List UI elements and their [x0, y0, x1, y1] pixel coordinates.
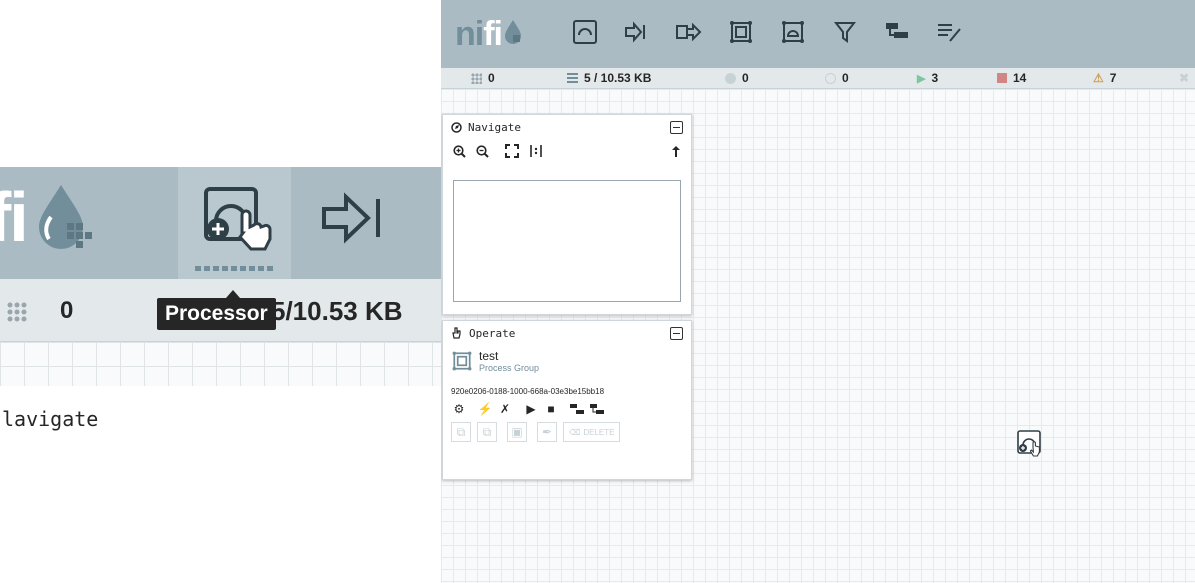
template-button[interactable]: [871, 16, 923, 48]
operate-title: Operate: [469, 326, 516, 340]
remote-process-group-button[interactable]: [767, 16, 819, 48]
stat-stopped: 14: [997, 71, 1026, 85]
logo-text-fi: fi: [483, 15, 503, 53]
status-bar: 0 5 / 10.53 KB 0 0 ▶ 3 14 ⚠ 7 ✖: [441, 68, 1195, 89]
nifi-logo: nifi: [455, 14, 522, 54]
stat-transmitting: 0: [725, 71, 749, 85]
zoom-stat-queued: 5/10.53 KB: [271, 296, 403, 326]
enable-icon[interactable]: ⚡: [477, 401, 493, 417]
zoom-navigate-label: lavigate: [2, 407, 99, 431]
not-transmitting-icon: [825, 72, 836, 84]
running-icon: ▶: [917, 72, 926, 85]
compass-icon: [451, 121, 462, 133]
start-icon[interactable]: ▶: [523, 401, 539, 417]
transmitting-icon: [725, 72, 736, 84]
process-group-icon: [450, 349, 474, 378]
label-button[interactable]: [923, 16, 975, 48]
output-port-button[interactable]: [663, 16, 715, 48]
fit-screen-icon[interactable]: [505, 144, 519, 158]
selected-component: test Process Group: [443, 347, 691, 383]
operate-actions-row-2: ⧉ ⧉ ▣ ✒ ⌫ DELETE: [443, 417, 691, 442]
input-port-icon: [322, 192, 380, 244]
output-port-icon: [676, 22, 702, 42]
tooltip-arrow: [226, 290, 240, 298]
processor-button[interactable]: [559, 16, 611, 48]
trash-icon: ⌫: [569, 427, 581, 437]
zoomed-inset: fi 0: [0, 167, 441, 440]
stopped-icon: [997, 73, 1007, 83]
queue-icon: [567, 72, 578, 84]
selection-name: test: [479, 349, 499, 363]
funnel-icon: [833, 22, 857, 43]
disable-icon[interactable]: ✗: [497, 401, 513, 417]
navigate-title: Navigate: [468, 120, 521, 134]
actual-size-icon[interactable]: [529, 144, 543, 158]
selection-id: 920e0206-0188-1000-668a-03e3be15bb18: [451, 387, 605, 396]
selection-type: Process Group: [479, 363, 540, 373]
remote-process-group-icon: [782, 21, 804, 43]
drop-icon: [504, 19, 522, 50]
label-icon: [938, 24, 961, 42]
zoom-out-icon[interactable]: [476, 144, 489, 158]
color-icon[interactable]: ✒: [537, 422, 557, 442]
navigate-header[interactable]: Navigate: [443, 115, 691, 139]
zoom-input-port-button[interactable]: [318, 187, 390, 254]
process-group-icon: [730, 21, 752, 43]
dragged-processor-icon: [1016, 429, 1050, 468]
group-icon[interactable]: ▣: [507, 422, 527, 442]
zoom-canvas-grid: [0, 342, 441, 386]
paste-icon[interactable]: ⧉: [477, 422, 497, 442]
hand-pointer-icon: [451, 327, 463, 339]
zoom-header: fi: [0, 167, 441, 279]
operate-header[interactable]: Operate: [443, 321, 691, 345]
process-group-button[interactable]: [715, 16, 767, 48]
stat-queued: 5 / 10.53 KB: [567, 71, 651, 85]
operate-actions-row-1: ⚙ ⚡ ✗ ▶ ■: [443, 396, 691, 417]
disabled-icon: ✖: [1179, 71, 1190, 85]
zoom-drop-icon: [38, 185, 92, 249]
logo-text-ni: ni: [455, 15, 484, 53]
stat-invalid: ⚠ 7: [1093, 71, 1117, 85]
processor-tooltip: Processor: [157, 298, 276, 330]
flow-canvas[interactable]: Navigate Operate test Process Group 920e…: [441, 89, 1195, 583]
drag-handle[interactable]: [195, 266, 275, 271]
zoom-nifi-logo: fi: [0, 177, 95, 257]
processor-icon: [573, 20, 597, 44]
header: nifi: [441, 0, 1195, 68]
threads-icon: [471, 72, 482, 84]
upload-template-icon[interactable]: [589, 401, 605, 417]
create-template-icon[interactable]: [569, 401, 585, 417]
nifi-app: nifi 0 5 / 10.53 KB 0 0 ▶ 3 14 ⚠ 7 ✖ Nav…: [441, 0, 1195, 583]
copy-icon[interactable]: ⧉: [451, 422, 471, 442]
input-port-icon: [625, 21, 645, 43]
stop-icon[interactable]: ■: [543, 401, 559, 417]
threads-icon: [6, 301, 28, 328]
stat-active-threads: 0: [471, 71, 495, 85]
stat-running: ▶ 3: [917, 71, 939, 85]
zoom-in-icon[interactable]: [453, 144, 466, 158]
template-icon: [886, 23, 908, 38]
operate-panel: Operate test Process Group 920e0206-0188…: [442, 320, 692, 480]
navigate-collapse-button[interactable]: [670, 120, 683, 134]
birdseye-view[interactable]: [453, 180, 681, 302]
operate-collapse-button[interactable]: [670, 326, 683, 340]
delete-button[interactable]: ⌫ DELETE: [563, 422, 621, 442]
warning-icon: ⚠: [1093, 71, 1104, 85]
navigate-tools: [443, 139, 691, 163]
configure-icon[interactable]: ⚙: [451, 401, 467, 417]
funnel-button[interactable]: [819, 16, 871, 48]
leave-group-icon[interactable]: [671, 145, 681, 158]
input-port-button[interactable]: [611, 16, 663, 48]
component-toolbar: [559, 16, 975, 48]
zoom-processor-button[interactable]: [178, 167, 291, 279]
zoom-stat-threads: 0: [60, 297, 74, 324]
navigate-panel: Navigate: [442, 114, 692, 315]
processor-icon: [204, 187, 272, 251]
stat-not-transmitting: 0: [825, 71, 849, 85]
